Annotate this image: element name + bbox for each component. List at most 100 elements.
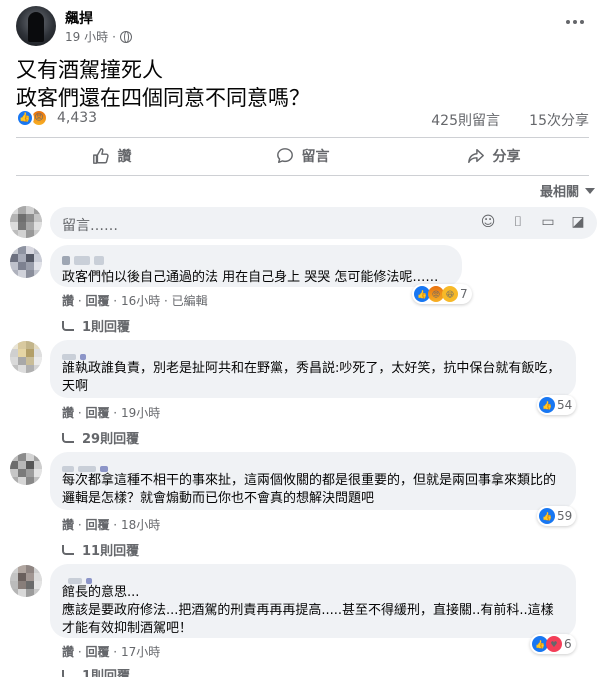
comment-reactions[interactable]: 👍 ♥ 6 (530, 634, 576, 654)
comment-input[interactable]: 留言…… ☺ ⌷ ▭ ◪ (50, 207, 597, 239)
thumbs-up-icon (92, 148, 109, 164)
comment-reactions[interactable]: 👍 59 (537, 506, 577, 526)
gif-icon[interactable]: ▭ (539, 213, 557, 231)
comment-time[interactable]: 18小時 (121, 518, 160, 532)
commenter-avatar[interactable] (10, 341, 42, 373)
share-label: 分享 (492, 149, 521, 165)
comment-reaction-count: 7 (460, 287, 468, 301)
reply-arrow-icon (62, 544, 74, 555)
share-icon (467, 148, 484, 164)
commenter-name-blurred[interactable] (62, 348, 564, 360)
post-text: 又有酒駕撞死人 政客們還在四個同意不同意嗎？ (16, 56, 310, 112)
comment-bubble: 館長的意思... 應該是要政府修法...把酒駕的刑責再再再提高.....甚至不得… (50, 564, 576, 638)
comment-text: 政客們怕以後自己通過的法 用在自己身上 哭哭 怎可能修法呢…… (62, 270, 439, 285)
like-label: 讚 (117, 149, 132, 165)
comment-text: 誰執政誰負責，別老是扯阿共和在野黨，秀昌説:吵死了，太好笑，抗中保台就有飯吃，天… (62, 361, 561, 394)
commenter-name-blurred[interactable] (62, 572, 564, 584)
post-header: 飆捍 19 小時 · (16, 6, 589, 46)
reply-arrow-icon (62, 669, 74, 677)
comment-placeholder: 留言…… (62, 218, 118, 234)
comment-like-link[interactable]: 讚 (62, 518, 74, 532)
reply-count: 1則回覆 (82, 669, 131, 677)
haha-reaction-icon: 😆 (442, 286, 458, 302)
comment-links: 讚 · 回覆 · 16小時 · 已編輯 (62, 294, 208, 308)
reply-count: 29則回覆 (82, 432, 140, 447)
composer-tools: ☺ ⌷ ▭ ◪ (479, 213, 587, 231)
divider (16, 175, 589, 176)
dot-icon (573, 20, 577, 24)
caret-down-icon (585, 187, 595, 194)
commenter-name-blurred[interactable] (62, 460, 564, 472)
comment-like-link[interactable]: 讚 (62, 645, 74, 659)
comment-like-link[interactable]: 讚 (62, 294, 74, 308)
comment-edited: 已編輯 (171, 294, 208, 308)
reply-arrow-icon (62, 432, 74, 443)
commenter-avatar[interactable] (10, 246, 42, 278)
current-user-avatar (10, 206, 42, 238)
share-button[interactable]: 分享 (398, 141, 589, 171)
comment-text-line: 館長的意思... (62, 585, 140, 600)
reply-count: 11則回覆 (82, 544, 140, 559)
commenter-avatar[interactable] (10, 565, 42, 597)
comment-bubble: 誰執政誰負責，別老是扯阿共和在野黨，秀昌説:吵死了，太好笑，抗中保台就有飯吃，天… (50, 340, 576, 398)
comment-time[interactable]: 19小時 (121, 406, 160, 420)
post-time[interactable]: 19 小時 (65, 28, 108, 45)
dot-icon (566, 20, 570, 24)
like-reaction-icon: 👍 (539, 397, 555, 413)
view-replies-button[interactable]: 29則回覆 (62, 428, 139, 447)
separator-dot: · (112, 29, 116, 44)
dot-icon (580, 20, 584, 24)
view-replies-button[interactable]: 11則回覆 (62, 540, 139, 559)
like-button[interactable]: 讚 (16, 141, 207, 171)
comment-links: 讚 · 回覆 · 18小時 (62, 518, 161, 532)
view-replies-button[interactable]: 1則回覆 (62, 316, 130, 335)
comment-text: 每次都拿這種不相干的事來扯，這兩個攸關的都是很重要的，但就是兩回事拿來類比的邏輯… (62, 473, 557, 506)
comment-time[interactable]: 16小時 (121, 294, 160, 308)
like-reaction-icon: 👍 (539, 508, 555, 524)
like-reaction-icon: 👍 (16, 109, 34, 127)
comment-text-line: 應該是要政府修法...把酒駕的刑責再再再提高.....甚至不得緩刑，直接關..有… (62, 603, 554, 636)
comment-button[interactable]: 留言 (207, 141, 398, 171)
globe-icon (119, 30, 132, 43)
comment-label: 留言 (301, 149, 330, 165)
post-text-line: 又有酒駕撞死人 (16, 58, 163, 82)
commenter-name-blurred[interactable] (62, 253, 450, 269)
post-meta: 19 小時 · (65, 28, 132, 45)
sticker-icon[interactable]: ◪ (569, 213, 587, 231)
author-name[interactable]: 飆捍 (65, 8, 93, 28)
comment-reply-link[interactable]: 回覆 (85, 645, 109, 659)
comment-like-link[interactable]: 讚 (62, 406, 74, 420)
divider (16, 137, 589, 138)
emoji-icon[interactable]: ☺ (479, 213, 497, 231)
comment-reply-link[interactable]: 回覆 (85, 294, 109, 308)
author-avatar[interactable] (16, 6, 56, 46)
comment-reply-link[interactable]: 回覆 (85, 406, 109, 420)
share-count[interactable]: 15次分享 (529, 110, 589, 130)
reaction-count[interactable]: 4,433 (57, 110, 97, 126)
comment-reaction-count: 59 (557, 509, 573, 523)
comment-bubble: 政客們怕以後自己通過的法 用在自己身上 哭哭 怎可能修法呢…… (50, 245, 462, 287)
reaction-icons[interactable]: 👍 😡 (16, 109, 48, 127)
post-stats: 👍 😡 4,433 425則留言 15次分享 (16, 107, 589, 129)
commenter-avatar[interactable] (10, 453, 42, 485)
love-reaction-icon: ♥ (546, 636, 562, 652)
comment-icon (276, 148, 293, 164)
comment-reply-link[interactable]: 回覆 (85, 518, 109, 532)
comment-links: 讚 · 回覆 · 19小時 (62, 406, 161, 420)
comment-time[interactable]: 17小時 (121, 645, 160, 659)
comment-reaction-count: 6 (564, 637, 572, 651)
reply-arrow-icon (62, 320, 74, 331)
sort-label: 最相關 (539, 185, 579, 200)
post-actions: 讚 留言 分享 (16, 141, 589, 171)
comment-links: 讚 · 回覆 · 17小時 (62, 645, 161, 659)
comment-reaction-count: 54 (557, 398, 573, 412)
comment-count[interactable]: 425則留言 (431, 110, 500, 130)
comment-reactions[interactable]: 👍 54 (537, 395, 577, 415)
more-options-button[interactable] (561, 12, 589, 32)
camera-icon[interactable]: ⌷ (509, 213, 527, 231)
comment-reactions[interactable]: 👍 😡 😆 7 (412, 284, 472, 304)
reply-count: 1則回覆 (82, 320, 131, 335)
view-replies-button[interactable]: 1則回覆 (62, 665, 130, 677)
comment-sort-dropdown[interactable]: 最相關 (540, 181, 595, 200)
comment-bubble: 每次都拿這種不相干的事來扯，這兩個攸關的都是很重要的，但就是兩回事拿來類比的邏輯… (50, 452, 576, 510)
